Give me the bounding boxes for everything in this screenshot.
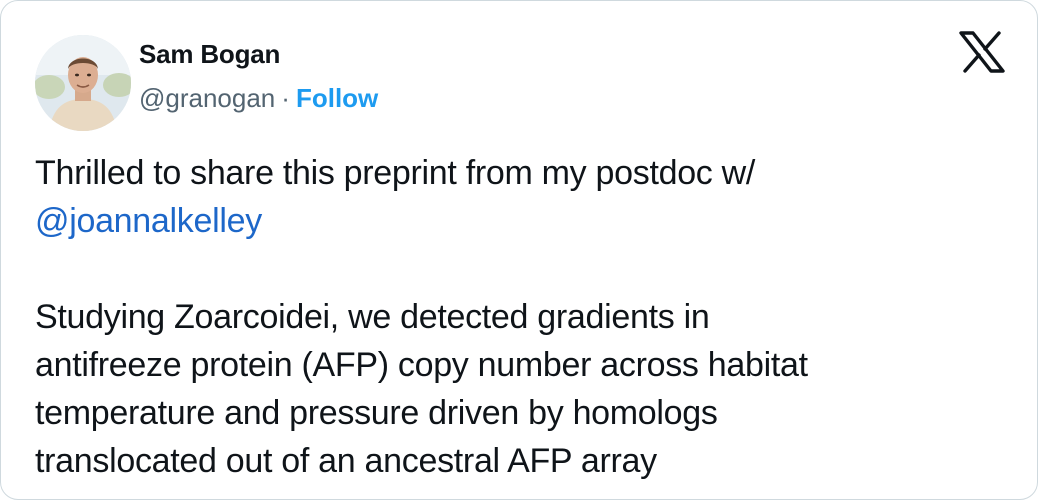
x-logo-icon[interactable] <box>959 31 1005 73</box>
author-name[interactable]: Sam Bogan <box>139 39 280 70</box>
tweet-line: Thrilled to share this preprint from my … <box>35 154 756 192</box>
tweet-embed-card: Sam Bogan @granogan · Follow Thrilled to s… <box>0 0 1038 500</box>
author-handle-row: @granogan · Follow <box>139 83 378 114</box>
tweet-text: Thrilled to share this preprint from my … <box>35 149 1025 485</box>
author-handle[interactable]: @granogan <box>139 83 275 113</box>
tweet-line: temperature and pressure driven by homol… <box>35 394 718 432</box>
tweet-line: translocated out of an ancestral AFP arr… <box>35 442 657 480</box>
separator-dot: · <box>281 83 290 113</box>
tweet-line: Studying Zoarcoidei, we detected gradien… <box>35 298 710 336</box>
tweet-line: antifreeze protein (AFP) copy number acr… <box>35 346 808 384</box>
avatar[interactable] <box>35 35 131 131</box>
avatar-photo <box>35 35 131 131</box>
mention-link[interactable]: @joannalkelley <box>35 202 262 240</box>
follow-button[interactable]: Follow <box>296 83 378 113</box>
